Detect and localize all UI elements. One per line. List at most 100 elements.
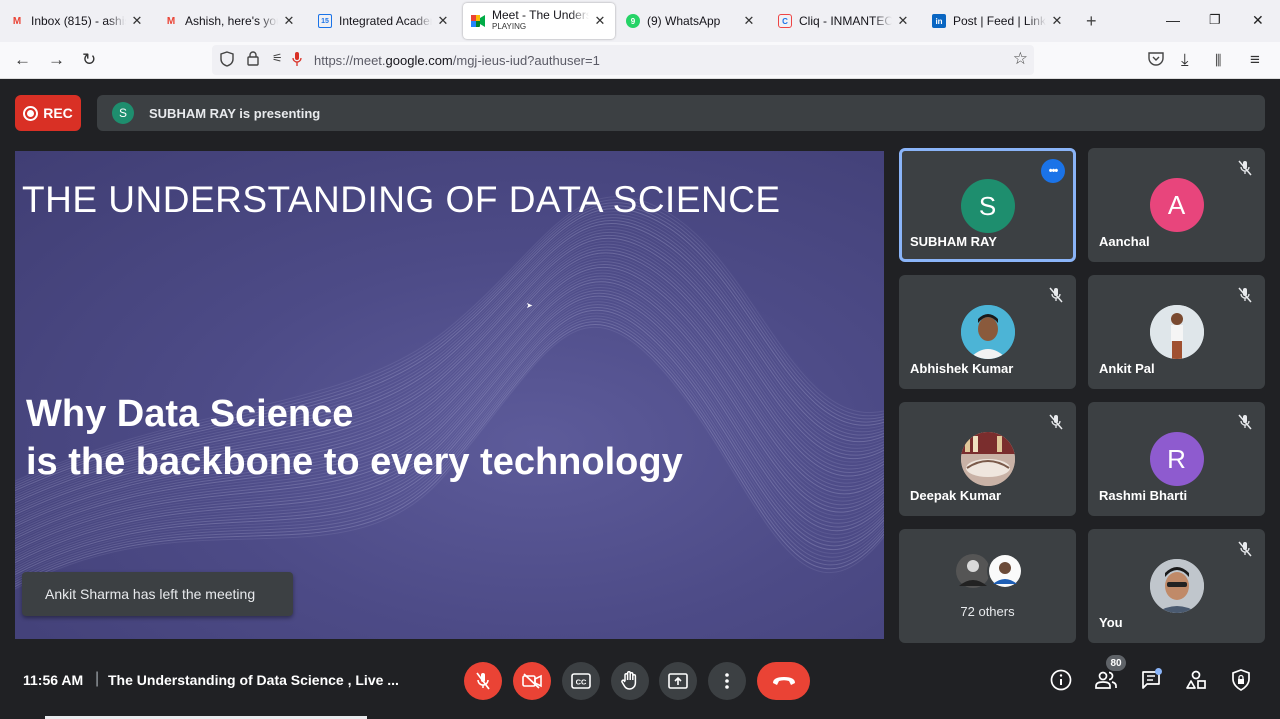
tab-title: Ashish, here's your P: [185, 14, 278, 28]
participant-count-badge: 80: [1106, 655, 1126, 671]
raise-hand-button[interactable]: [611, 662, 649, 700]
svg-text:CC: CC: [576, 678, 587, 687]
participant-tile-deepak-kumar[interactable]: Deepak Kumar: [899, 402, 1076, 516]
presenter-avatar: S: [112, 102, 134, 124]
participant-photo: [960, 432, 1015, 486]
present-screen-button[interactable]: [659, 662, 697, 700]
pocket-icon[interactable]: [1148, 51, 1164, 71]
notification-toast: Ankit Sharma has left the meeting: [22, 572, 293, 616]
participant-name: Aanchal: [1099, 234, 1150, 249]
browser-tab-bar: M Inbox (815) - ashish ✕ M Ashish, here'…: [0, 0, 1280, 42]
close-tab-icon[interactable]: ✕: [130, 13, 144, 29]
forward-icon[interactable]: →: [48, 50, 65, 70]
participant-avatar: A: [1149, 178, 1204, 232]
close-tab-icon[interactable]: ✕: [593, 13, 607, 29]
presenting-banner: S SUBHAM RAY is presenting: [97, 95, 1265, 131]
meeting-title: The Understanding of Data Science , Live…: [108, 672, 399, 688]
back-icon[interactable]: ←: [14, 50, 31, 70]
close-tab-icon[interactable]: ✕: [1050, 13, 1064, 29]
participant-photo: [1149, 559, 1204, 613]
tab-gmail-message[interactable]: M Ashish, here's your P ✕: [156, 3, 304, 39]
tab-linkedin[interactable]: in Post | Feed | Linked ✕: [924, 3, 1072, 39]
restore-icon[interactable]: ❐: [1209, 12, 1221, 28]
captions-button[interactable]: CC: [562, 662, 600, 700]
shield-icon[interactable]: [220, 51, 234, 70]
address-bar[interactable]: ⚟ https://meet.google.com/mgj-ieus-iud?a…: [212, 45, 1034, 75]
tab-whatsapp[interactable]: 9 (9) WhatsApp ✕: [618, 3, 764, 39]
participant-tile-rashmi-bharti[interactable]: R Rashmi Bharti: [1088, 402, 1265, 516]
participant-name: You: [1099, 615, 1123, 630]
navigation-bar: ← → ↻ ⚟ https://meet.google.com/mgj-ieus…: [0, 42, 1280, 79]
participant-photo: [960, 305, 1015, 359]
hand-icon: [621, 671, 637, 690]
participant-tile-you[interactable]: You: [1088, 529, 1265, 643]
tab-title: (9) WhatsApp: [647, 14, 721, 28]
participant-tile-ankit-pal[interactable]: Ankit Pal: [1088, 275, 1265, 389]
downloads-icon[interactable]: ⤓: [1181, 50, 1189, 70]
participants-button[interactable]: [1094, 668, 1118, 692]
presentation-slide: THE UNDERSTANDING OF DATA SCIENCE Why Da…: [15, 151, 884, 639]
gmail-icon: M: [12, 15, 22, 27]
info-icon: [1050, 669, 1072, 691]
others-avatar-stack: [955, 552, 1025, 590]
people-icon: [1095, 671, 1117, 689]
menu-icon[interactable]: ≡: [1250, 50, 1260, 70]
mic-off-icon: [1046, 412, 1066, 432]
participant-avatar: S: [960, 179, 1015, 233]
participant-name: Rashmi Bharti: [1099, 488, 1188, 503]
more-options-button[interactable]: [708, 662, 746, 700]
close-tab-icon[interactable]: ✕: [742, 13, 756, 29]
toast-text: Ankit Sharma has left the meeting: [45, 586, 256, 602]
new-tab-icon[interactable]: +: [1086, 11, 1097, 32]
meeting-details-button[interactable]: [1049, 668, 1073, 692]
close-window-icon[interactable]: ✕: [1252, 12, 1264, 29]
whatsapp-icon: 9: [626, 14, 640, 28]
linkedin-icon: in: [932, 14, 946, 28]
tab-title: Integrated Academy: [339, 14, 432, 28]
slide-title: THE UNDERSTANDING OF DATA SCIENCE: [22, 179, 781, 220]
tab-title: Inbox (815) - ashish: [31, 14, 126, 28]
tab-playing-label: PLAYING: [492, 22, 527, 31]
lock-icon[interactable]: [247, 51, 259, 69]
unread-indicator: [1155, 668, 1162, 675]
tab-cliq[interactable]: C Cliq - INMANTEC In ✕: [770, 3, 918, 39]
recording-badge[interactable]: REC: [15, 95, 81, 131]
tab-meet[interactable]: Meet - The Underst PLAYING ✕: [463, 3, 615, 39]
close-tab-icon[interactable]: ✕: [282, 13, 296, 29]
hang-up-icon: [772, 677, 795, 685]
tab-title: Post | Feed | Linked: [953, 14, 1046, 28]
captions-icon: CC: [571, 673, 591, 689]
microphone-active-icon[interactable]: [292, 51, 302, 70]
record-icon: [23, 105, 39, 121]
microphone-toggle-button[interactable]: [464, 662, 502, 700]
participant-photo: [1149, 305, 1204, 359]
close-tab-icon[interactable]: ✕: [436, 13, 450, 29]
more-vertical-icon: [725, 673, 729, 689]
participant-name: Deepak Kumar: [910, 488, 1002, 503]
minimize-icon[interactable]: —: [1166, 12, 1180, 28]
host-controls-button[interactable]: [1229, 668, 1253, 692]
participant-tile-aanchal[interactable]: A Aanchal: [1088, 148, 1265, 262]
slide-heading-line1: Why Data Science: [26, 393, 354, 435]
permissions-icon[interactable]: ⚟: [272, 51, 283, 65]
close-tab-icon[interactable]: ✕: [896, 13, 910, 29]
participant-name: Ankit Pal: [1099, 361, 1155, 376]
more-options-icon[interactable]: •••: [1041, 159, 1065, 183]
tab-gmail-inbox[interactable]: M Inbox (815) - ashish ✕: [2, 3, 152, 39]
mic-off-icon: [1235, 285, 1255, 305]
bookmark-star-icon[interactable]: ☆: [1013, 49, 1028, 69]
leave-call-button[interactable]: [757, 662, 810, 700]
participant-tile-others[interactable]: 72 others: [899, 529, 1076, 643]
meeting-clock: 11:56 AM: [23, 672, 84, 688]
activities-button[interactable]: [1184, 668, 1208, 692]
present-icon: [668, 673, 688, 689]
mic-off-icon: [476, 672, 490, 690]
participant-tile-abhishek-kumar[interactable]: Abhishek Kumar: [899, 275, 1076, 389]
library-icon[interactable]: ⫼: [1215, 52, 1221, 69]
participant-tile-subham-ray[interactable]: S ••• SUBHAM RAY: [899, 148, 1076, 262]
reload-icon[interactable]: ↻: [82, 50, 96, 70]
activities-icon: [1186, 670, 1206, 689]
tab-calendar[interactable]: 15 Integrated Academy ✕: [310, 3, 458, 39]
camera-off-icon: [522, 673, 542, 689]
camera-toggle-button[interactable]: [513, 662, 551, 700]
